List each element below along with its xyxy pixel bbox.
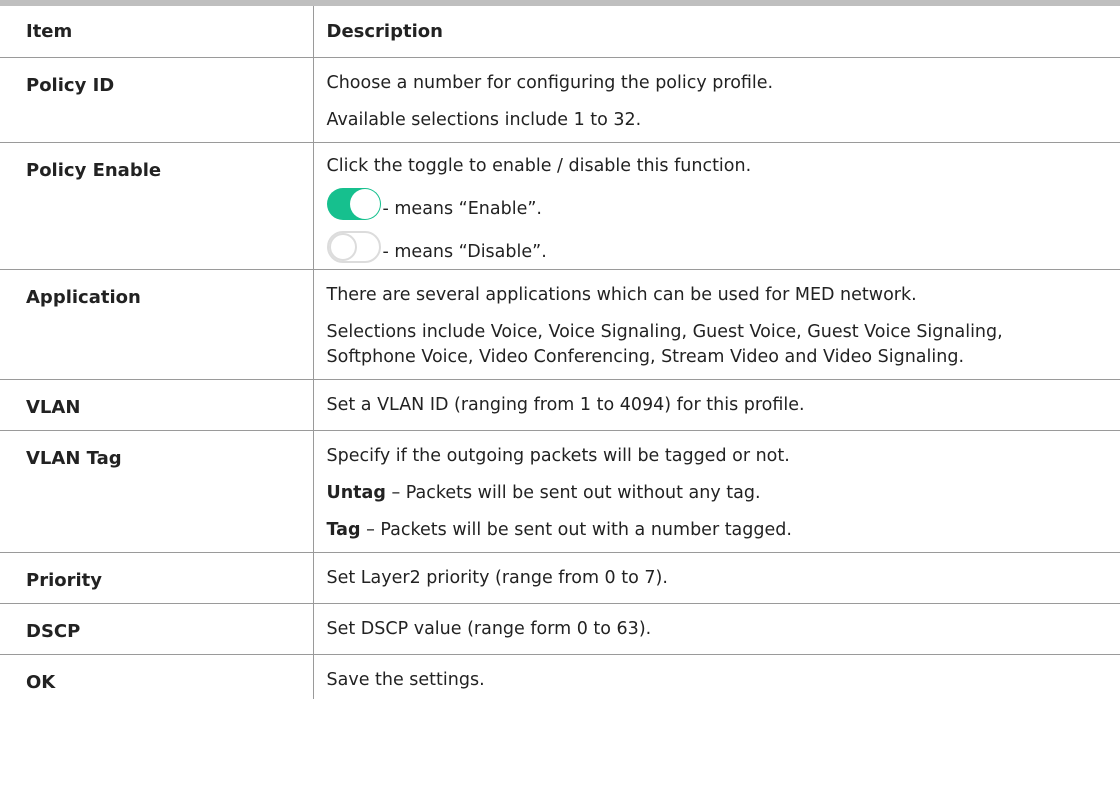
row-description: Choose a number for configuring the poli… bbox=[312, 57, 1120, 143]
row-description: Set a VLAN ID (ranging from 1 to 4094) f… bbox=[312, 379, 1120, 431]
table-row: OK Save the settings. bbox=[0, 654, 1120, 699]
description-line: Available selections include 1 to 32. bbox=[326, 110, 642, 130]
toggle-legend-disable: - means “Disable”. bbox=[326, 225, 1120, 263]
table-row: Policy Enable Click the toggle to enable… bbox=[0, 142, 1120, 270]
toggle-legend-enable: - means “Enable”. bbox=[326, 182, 1120, 220]
row-item-priority: Priority bbox=[0, 552, 313, 604]
settings-description-table: Item Description Policy ID Choose a numb… bbox=[0, 6, 1120, 699]
option-term: Tag bbox=[326, 520, 361, 540]
table-row: VLAN Set a VLAN ID (ranging from 1 to 40… bbox=[0, 379, 1120, 431]
description-line: Save the settings. bbox=[326, 670, 485, 690]
table-row: Policy ID Choose a number for configurin… bbox=[0, 57, 1120, 143]
table-row: DSCP Set DSCP value (range form 0 to 63)… bbox=[0, 603, 1120, 655]
row-description: Click the toggle to enable / disable thi… bbox=[312, 142, 1120, 270]
row-item-policy-id: Policy ID bbox=[0, 57, 313, 143]
row-description: Specify if the outgoing packets will be … bbox=[312, 430, 1120, 553]
row-description: There are several applications which can… bbox=[312, 269, 1120, 380]
description-line: Selections include Voice, Voice Signalin… bbox=[326, 322, 1003, 367]
description-line: Click the toggle to enable / disable thi… bbox=[326, 156, 752, 176]
row-item-dscp: DSCP bbox=[0, 603, 313, 655]
option-text: – Packets will be sent out without any t… bbox=[385, 483, 761, 503]
description-line: Choose a number for configuring the poli… bbox=[326, 73, 774, 93]
row-item-application: Application bbox=[0, 269, 313, 380]
description-line: Set Layer2 priority (range from 0 to 7). bbox=[326, 568, 668, 588]
option-tag: Tag – Packets will be sent out with a nu… bbox=[327, 518, 1120, 543]
toggle-on-icon bbox=[326, 188, 381, 220]
table-row: Application There are several applicatio… bbox=[0, 269, 1120, 380]
row-item-vlan-tag: VLAN Tag bbox=[0, 430, 313, 553]
table-row: Priority Set Layer2 priority (range from… bbox=[0, 552, 1120, 604]
row-item-policy-enable: Policy Enable bbox=[0, 142, 313, 270]
row-item-vlan: VLAN bbox=[0, 379, 313, 431]
description-line: Set a VLAN ID (ranging from 1 to 4094) f… bbox=[326, 395, 805, 415]
toggle-enable-text: - means “Enable”. bbox=[382, 199, 543, 219]
header-item: Item bbox=[0, 6, 313, 58]
description-line: Specify if the outgoing packets will be … bbox=[326, 446, 790, 466]
row-item-ok: OK bbox=[26, 672, 56, 693]
toggle-disable-text: - means “Disable”. bbox=[382, 242, 547, 262]
option-term: Untag bbox=[326, 483, 386, 503]
row-description: Save the settings. bbox=[312, 654, 1120, 699]
table-header-row: Item Description bbox=[0, 6, 1120, 58]
row-description: Set DSCP value (range form 0 to 63). bbox=[312, 603, 1120, 655]
option-untag: Untag – Packets will be sent out without… bbox=[327, 481, 1120, 506]
table-row: VLAN Tag Specify if the outgoing packets… bbox=[0, 430, 1120, 553]
option-text: – Packets will be sent out with a number… bbox=[360, 520, 792, 540]
description-line: There are several applications which can… bbox=[326, 285, 917, 305]
row-description: Set Layer2 priority (range from 0 to 7). bbox=[312, 552, 1120, 604]
description-line: Set DSCP value (range form 0 to 63). bbox=[326, 619, 652, 639]
toggle-off-icon bbox=[326, 231, 381, 263]
header-description: Description bbox=[312, 6, 1120, 58]
